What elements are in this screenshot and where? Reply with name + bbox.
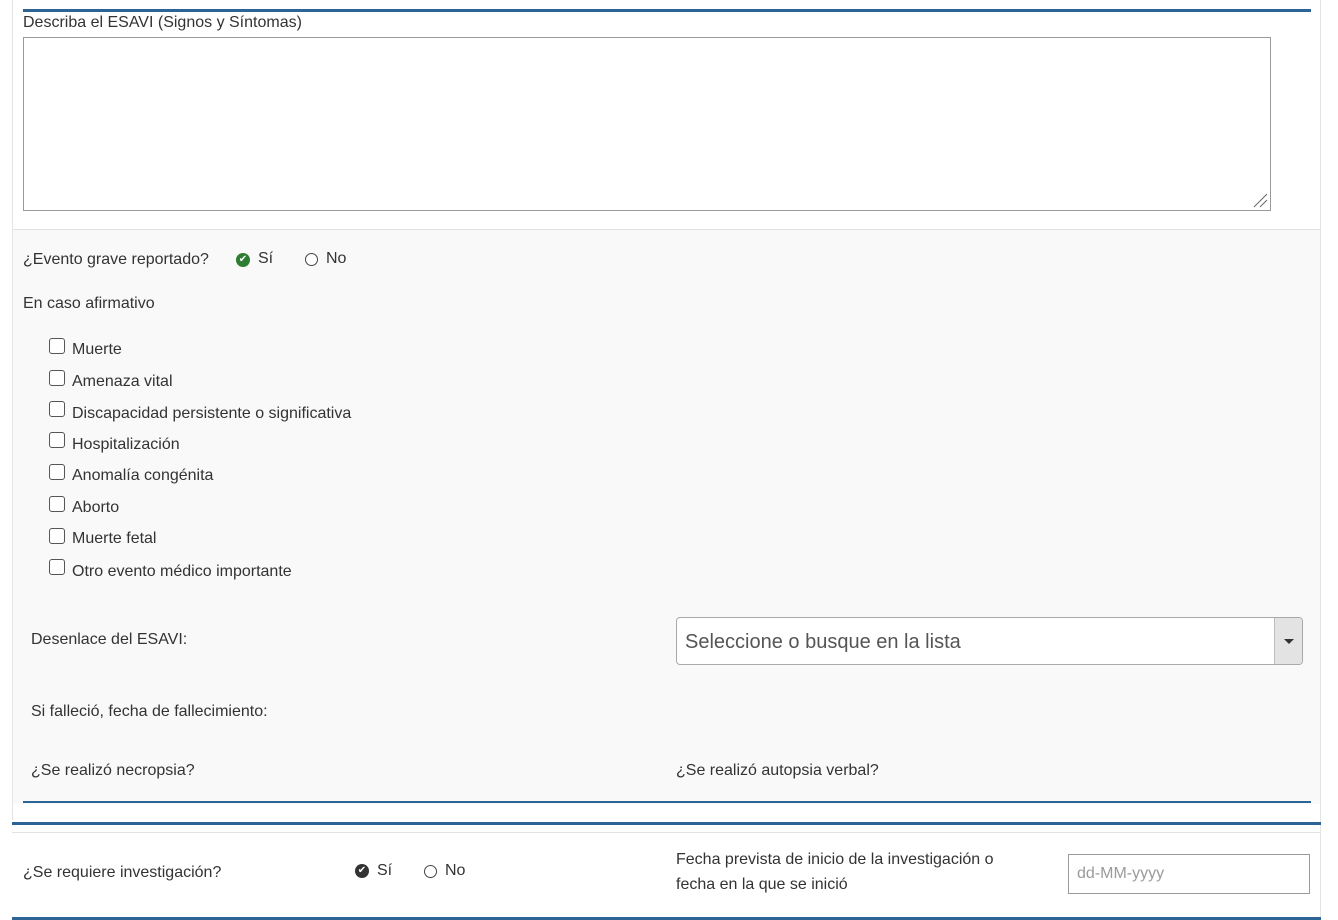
section-divider — [23, 9, 1311, 12]
checkbox-anomalia-congenita[interactable] — [49, 464, 65, 480]
serious-event-question: ¿Evento grave reportado? — [23, 251, 209, 268]
checkbox-muerte[interactable] — [49, 338, 65, 354]
investigation-date-label-line2: fecha en la que se inició — [676, 876, 848, 893]
serious-event-no-label: No — [326, 250, 347, 267]
caret-down-icon — [1284, 639, 1294, 644]
checkbox-label-anomalia-congenita: Anomalía congénita — [72, 467, 214, 484]
description-textarea[interactable] — [23, 37, 1271, 211]
checkbox-hospitalizacion[interactable] — [49, 432, 65, 448]
investigation-question: ¿Se requiere investigación? — [23, 864, 222, 881]
necropsy-label: ¿Se realizó necropsia? — [31, 762, 195, 779]
checkbox-otro-evento[interactable] — [49, 559, 65, 575]
outcome-select-placeholder: Seleccione o busque en la lista — [685, 631, 961, 653]
affirmative-heading: En caso afirmativo — [23, 295, 155, 312]
checkbox-label-hospitalizacion: Hospitalización — [72, 436, 180, 453]
outcome-select-toggle[interactable] — [1274, 618, 1302, 664]
investigation-yes-label: Sí — [377, 862, 393, 879]
panel-border — [12, 832, 1321, 833]
checkbox-label-muerte: Muerte — [72, 341, 122, 358]
checkbox-muerte-fetal[interactable] — [49, 528, 65, 544]
section-divider — [23, 801, 1311, 803]
frame-border-right — [1320, 0, 1321, 920]
serious-event-no-radio[interactable] — [305, 253, 318, 266]
serious-event-yes-label: Sí — [258, 250, 274, 267]
checkbox-discapacidad[interactable] — [49, 401, 65, 417]
checkbox-label-amenaza-vital: Amenaza vital — [72, 373, 173, 390]
description-label: Describa el ESAVI (Signos y Síntomas) — [23, 14, 302, 31]
verbal-autopsy-label: ¿Se realizó autopsia verbal? — [676, 762, 879, 779]
outcome-label: Desenlace del ESAVI: — [31, 631, 188, 648]
investigation-date-label-line1: Fecha prevista de inicio de la investiga… — [676, 851, 994, 868]
checkbox-label-muerte-fetal: Muerte fetal — [72, 530, 157, 547]
investigation-date-input[interactable] — [1068, 854, 1310, 894]
serious-event-yes-radio[interactable]: ✔ — [236, 253, 250, 267]
resize-grip-icon[interactable] — [1252, 192, 1268, 208]
checkbox-label-aborto: Aborto — [72, 499, 120, 516]
investigation-no-label: No — [445, 862, 466, 879]
investigation-yes-radio[interactable]: ✔ — [355, 864, 369, 878]
section-divider — [12, 822, 1321, 825]
checkbox-label-discapacidad: Discapacidad persistente o significativa — [72, 405, 352, 422]
outcome-select[interactable]: Seleccione o busque en la lista — [676, 617, 1303, 665]
checkbox-label-otro-evento: Otro evento médico importante — [72, 563, 292, 580]
checkbox-amenaza-vital[interactable] — [49, 370, 65, 386]
death-date-label: Si falleció, fecha de fallecimiento: — [31, 703, 268, 720]
investigation-no-radio[interactable] — [424, 865, 437, 878]
checkbox-aborto[interactable] — [49, 496, 65, 512]
